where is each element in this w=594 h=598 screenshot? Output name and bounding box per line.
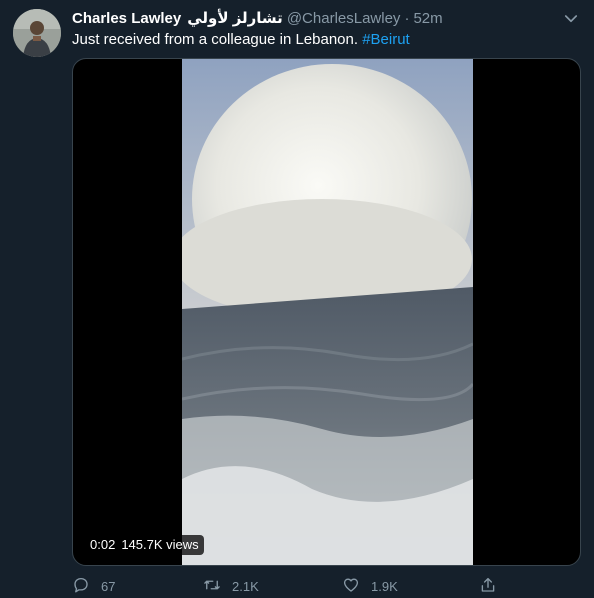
video-stats-badge: 0:02 145.7K views xyxy=(85,535,204,555)
reply-icon xyxy=(72,576,90,597)
avatar[interactable] xyxy=(13,9,61,57)
share-button[interactable] xyxy=(479,574,497,598)
caret-down-icon[interactable] xyxy=(562,10,580,28)
reply-button[interactable]: 67 xyxy=(72,574,115,598)
tweet-actions: 67 2.1K 1.9K xyxy=(72,574,512,598)
like-button[interactable]: 1.9K xyxy=(342,574,398,598)
separator-dot: · xyxy=(404,10,410,27)
video-frame[interactable] xyxy=(182,59,473,565)
video-player[interactable]: 0:02 145.7K views xyxy=(72,58,581,566)
tweet-body: Just received from a colleague in Lebano… xyxy=(72,31,363,48)
reply-count: 67 xyxy=(101,578,116,594)
hashtag-link[interactable]: #Beirut xyxy=(362,31,410,48)
like-count: 1.9K xyxy=(371,578,398,594)
video-views: 145.7K views xyxy=(121,537,199,552)
display-name[interactable]: Charles Lawley xyxy=(72,9,181,29)
share-icon xyxy=(479,576,497,597)
retweet-button[interactable]: 2.1K xyxy=(203,574,259,598)
tweet-text: Just received from a colleague in Lebano… xyxy=(72,30,410,50)
timestamp[interactable]: 52m xyxy=(413,9,442,29)
tweet-header: Charles Lawley تشارلز لأولي @CharlesLawl… xyxy=(72,9,443,29)
like-icon xyxy=(342,576,360,597)
retweet-count: 2.1K xyxy=(232,578,259,594)
user-handle[interactable]: @CharlesLawley xyxy=(287,9,401,29)
retweet-icon xyxy=(203,576,221,597)
video-elapsed: 0:02 xyxy=(90,537,116,552)
display-name-arabic[interactable]: تشارلز لأولي xyxy=(187,9,283,29)
